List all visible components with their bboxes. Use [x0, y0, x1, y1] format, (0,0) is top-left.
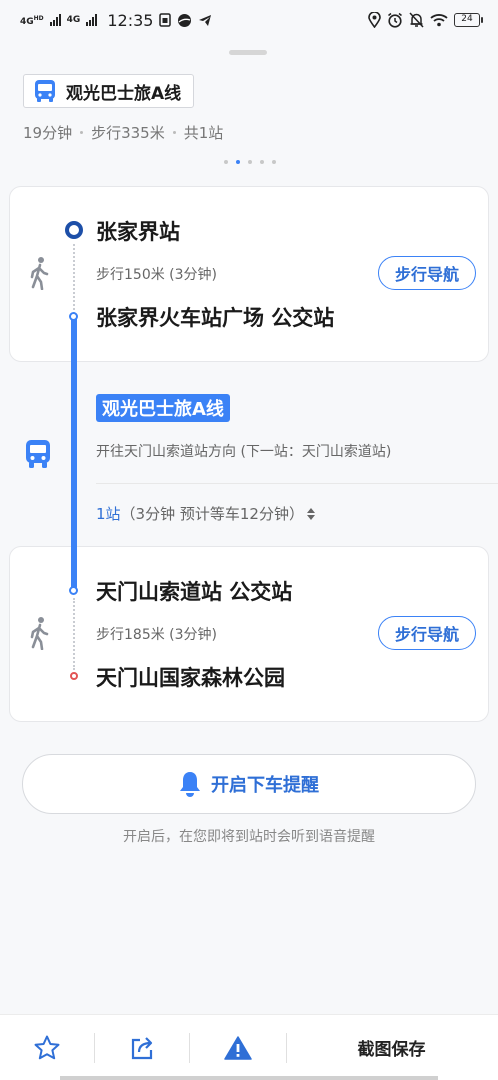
start-walk-info: 步行150米 (3分钟): [96, 267, 218, 283]
route-chip[interactable]: 观光巴士旅A线: [23, 74, 195, 108]
signal-1-label: 4GHD: [20, 14, 44, 27]
battery-icon: 24: [454, 13, 483, 27]
screenshot-save-label: 截图保存: [357, 1040, 426, 1060]
alight-stop-name: 天门山索道站 公交站: [96, 580, 293, 604]
start-station-marker: [65, 221, 83, 239]
bus-direction: 开往天门山索道站方向 (下一站：天门山索道站): [96, 444, 392, 460]
bell-icon: [180, 772, 200, 797]
route-name: 观光巴士旅A线: [66, 83, 182, 104]
status-bar: 4GHD 4G 12:35 24: [0, 0, 498, 40]
status-right: 24: [368, 12, 483, 28]
route-stop-count: 共1站: [183, 124, 224, 142]
pager-dot[interactable]: [260, 160, 264, 164]
favorite-button[interactable]: [0, 1015, 94, 1080]
pager-dot[interactable]: [248, 160, 252, 164]
walk-navigation-button-start[interactable]: 步行导航: [378, 256, 476, 290]
alight-reminder-button[interactable]: 开启下车提醒: [22, 754, 476, 814]
sort-arrows-icon: [306, 507, 315, 520]
bus-icon: [35, 80, 55, 102]
bus-stops-count: 1站: [96, 505, 121, 523]
summary-separator: [172, 131, 176, 134]
signal-2-label: 4G: [66, 14, 81, 25]
route-pager[interactable]: [224, 160, 276, 164]
browser-icon: [178, 13, 192, 27]
report-button[interactable]: [190, 1015, 286, 1080]
status-time: 12:35: [107, 10, 154, 30]
walking-person-icon: [30, 257, 49, 290]
pager-dot[interactable]: [272, 160, 276, 164]
pager-dot-active[interactable]: [236, 160, 240, 164]
bus-stops-detail: （3分钟 预计等车12分钟）: [120, 505, 304, 523]
sheet-drag-handle[interactable]: [229, 50, 267, 55]
location-icon: [368, 12, 381, 28]
bus-icon: [26, 440, 50, 468]
sim-card-icon: [159, 13, 172, 27]
telegram-icon: [199, 14, 212, 26]
warning-icon: [224, 1035, 252, 1060]
destination-name: 天门山国家森林公园: [96, 666, 285, 690]
status-left: 4GHD 4G 12:35: [20, 11, 212, 30]
end-walk-info: 步行185米 (3分钟): [96, 627, 218, 643]
walking-person-icon: [30, 617, 49, 650]
route-summary: 19分钟 步行335米 共1站: [23, 122, 223, 143]
board-stop-marker: [69, 312, 78, 321]
star-icon: [34, 1035, 60, 1059]
wifi-icon: [430, 14, 448, 27]
route-walk-distance: 步行335米: [91, 124, 165, 142]
bus-stops-toggle[interactable]: 1站 （3分钟 预计等车12分钟）: [96, 503, 316, 524]
alight-reminder-label: 开启下车提醒: [211, 775, 319, 796]
pager-dot[interactable]: [224, 160, 228, 164]
share-button[interactable]: [95, 1015, 189, 1080]
summary-separator: [80, 131, 84, 134]
board-stop-name: 张家界火车站广场 公交站: [96, 306, 335, 330]
walk-path-start: [73, 244, 75, 314]
bus-line-label[interactable]: 观光巴士旅A线: [96, 394, 230, 422]
signal-1-icon: [49, 14, 61, 26]
start-station-name: 张家界站: [96, 220, 180, 244]
screenshot-save-button[interactable]: 截图保存: [287, 1015, 496, 1080]
bottom-action-bar: 截图保存: [0, 1014, 498, 1080]
alarm-icon: [388, 12, 402, 28]
walk-path-end: [73, 598, 75, 670]
alight-reminder-hint: 开启后，在您即将到站时会听到语音提醒: [123, 829, 375, 845]
signal-2-icon: [86, 14, 98, 26]
divider: [96, 483, 498, 484]
home-indicator: [60, 1076, 438, 1080]
share-icon: [131, 1036, 153, 1059]
route-duration: 19分钟: [23, 124, 73, 142]
destination-marker: [70, 672, 78, 680]
mute-icon: [409, 12, 424, 28]
walk-navigation-button-end[interactable]: 步行导航: [378, 616, 476, 650]
alight-stop-marker: [69, 586, 78, 595]
bus-route-line: [71, 316, 77, 590]
